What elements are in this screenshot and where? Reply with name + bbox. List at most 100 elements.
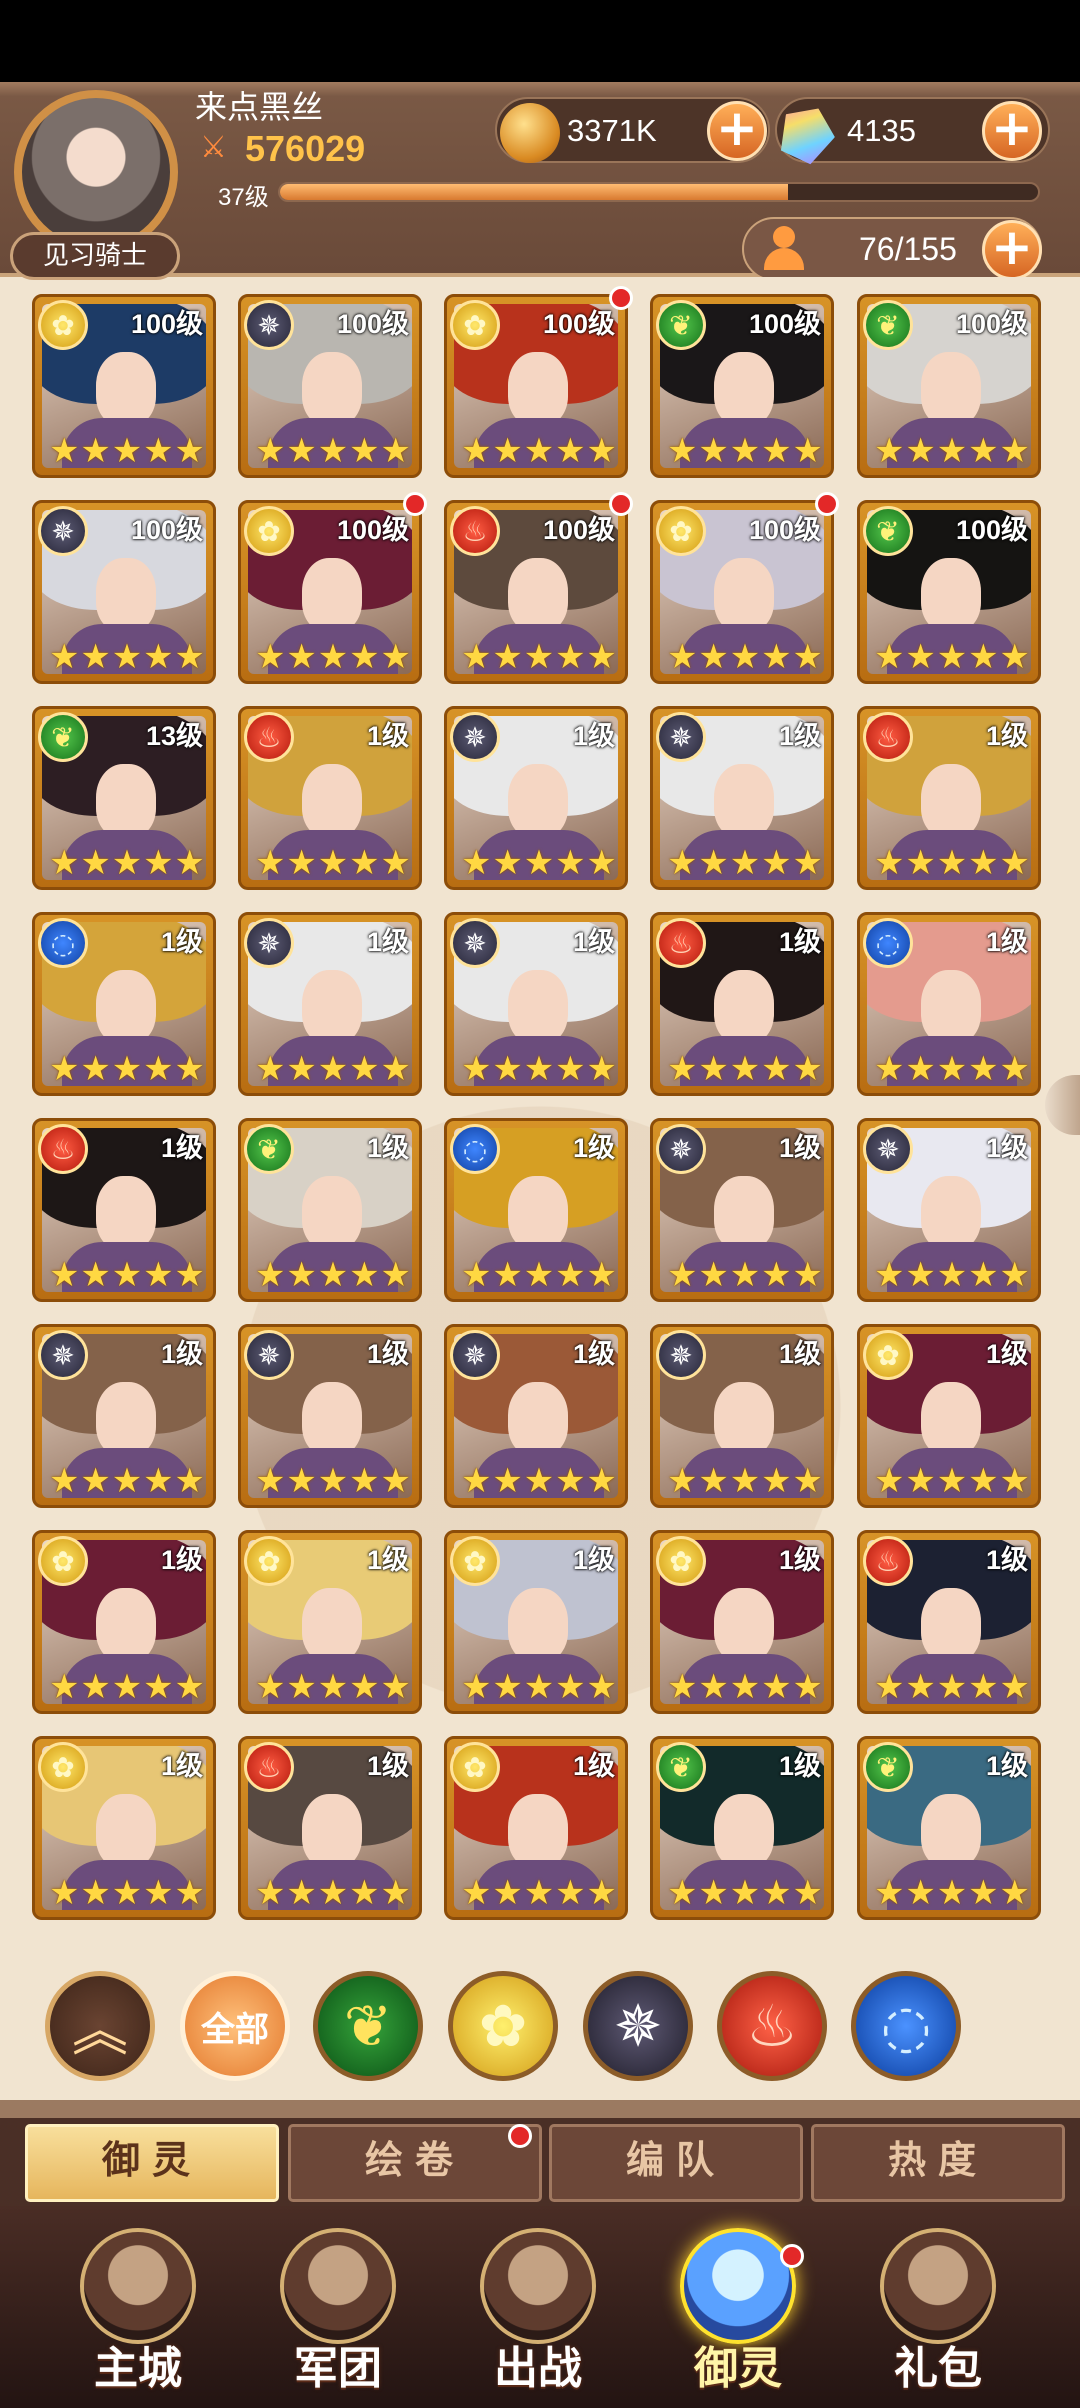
hero-card[interactable]: ♨ 1级 ★ ★ ★ ★ ★ xyxy=(857,1530,1041,1714)
hero-card[interactable]: ♨ 1级 ★ ★ ★ ★ ★ xyxy=(650,912,834,1096)
hero-stars: ★ ★ ★ ★ ★ xyxy=(255,1051,411,1087)
star-icon: ★ xyxy=(255,637,286,677)
hero-level: 1级 xyxy=(572,721,615,751)
star-icon: ★ xyxy=(492,1461,523,1501)
hero-card[interactable]: ♨ 1级 ★ ★ ★ ★ ★ xyxy=(238,1736,422,1920)
hero-level: 1级 xyxy=(985,1545,1028,1575)
filter-water-button[interactable]: ◌ xyxy=(851,1971,961,2081)
hero-stars: ★ ★ ★ ★ ★ xyxy=(49,639,205,675)
hero-card[interactable]: ✵ 1级 ★ ★ ★ ★ ★ xyxy=(857,1118,1041,1302)
hero-card[interactable]: ✵ 100级 ★ ★ ★ ★ ★ xyxy=(238,294,422,478)
star-icon: ★ xyxy=(874,431,905,471)
star-icon: ★ xyxy=(255,843,286,883)
hero-card[interactable]: ✿ 100级 ★ ★ ★ ★ ★ xyxy=(650,500,834,684)
player-avatar[interactable] xyxy=(14,90,178,254)
hero-card[interactable]: ◌ 1级 ★ ★ ★ ★ ★ xyxy=(444,1118,628,1302)
hero-card[interactable]: ✿ 1级 ★ ★ ★ ★ ★ xyxy=(32,1530,216,1714)
hero-card[interactable]: ♨ 1级 ★ ★ ★ ★ ★ xyxy=(238,706,422,890)
hero-card[interactable]: ✵ 1级 ★ ★ ★ ★ ★ xyxy=(650,1118,834,1302)
nav-item-2[interactable]: 军团 xyxy=(258,2228,418,2408)
hero-card[interactable]: ✿ 100级 ★ ★ ★ ★ ★ xyxy=(238,500,422,684)
filter-gold-button[interactable]: ✿ xyxy=(448,1971,558,2081)
star-icon: ★ xyxy=(968,1461,999,1501)
hero-card[interactable]: ✵ 1级 ★ ★ ★ ★ ★ xyxy=(650,706,834,890)
hero-card[interactable]: ✵ 1级 ★ ★ ★ ★ ★ xyxy=(444,1324,628,1508)
hero-card[interactable]: ♨ 100级 ★ ★ ★ ★ ★ xyxy=(444,500,628,684)
hero-card[interactable]: ✿ 1级 ★ ★ ★ ★ ★ xyxy=(444,1530,628,1714)
nav-item-5[interactable]: 礼包 xyxy=(858,2228,1018,2408)
star-icon: ★ xyxy=(111,637,143,677)
collapse-filter-button[interactable]: ︽ xyxy=(45,1971,155,2081)
hero-card[interactable]: ✿ 1级 ★ ★ ★ ★ ★ xyxy=(857,1324,1041,1508)
hero-level: 1级 xyxy=(572,1545,615,1575)
hero-card[interactable]: ✿ 1级 ★ ★ ★ ★ ★ xyxy=(32,1736,216,1920)
hero-card[interactable]: ❦ 13级 ★ ★ ★ ★ ★ xyxy=(32,706,216,890)
hero-card[interactable]: ◌ 1级 ★ ★ ★ ★ ★ xyxy=(32,912,216,1096)
add-gems-button[interactable]: + xyxy=(982,101,1042,161)
tab-1[interactable]: 御灵 xyxy=(25,2124,279,2202)
hero-card[interactable]: ✿ 100级 ★ ★ ★ ★ ★ xyxy=(444,294,628,478)
hero-level: 100级 xyxy=(955,309,1028,339)
hero-card[interactable]: ✿ 1级 ★ ★ ★ ★ ★ xyxy=(238,1530,422,1714)
filter-wood-button[interactable]: ❦ xyxy=(313,1971,423,2081)
hero-card[interactable]: ❦ 100级 ★ ★ ★ ★ ★ xyxy=(650,294,834,478)
hero-card[interactable]: ❦ 100级 ★ ★ ★ ★ ★ xyxy=(857,500,1041,684)
phoenix-icon: ♨ xyxy=(244,712,294,762)
hero-card[interactable]: ✿ 1级 ★ ★ ★ ★ ★ xyxy=(444,1736,628,1920)
tab-4[interactable]: 热度 xyxy=(811,2124,1065,2202)
star-icon: ★ xyxy=(523,1461,555,1501)
rose-icon: ✿ xyxy=(244,506,294,556)
star-icon: ★ xyxy=(555,1873,586,1913)
star-icon: ★ xyxy=(761,431,792,471)
star-icon: ★ xyxy=(286,1873,317,1913)
phoenix-icon: ♨ xyxy=(746,1992,798,2060)
star-icon: ★ xyxy=(792,431,823,471)
add-coins-button[interactable]: + xyxy=(707,101,767,161)
hero-stars: ★ ★ ★ ★ ★ xyxy=(874,433,1030,469)
hero-card[interactable]: ✵ 1级 ★ ★ ★ ★ ★ xyxy=(650,1324,834,1508)
hero-level: 1级 xyxy=(366,1751,409,1781)
expand-capacity-button[interactable]: + xyxy=(982,220,1042,280)
hero-card[interactable]: ✿ 100级 ★ ★ ★ ★ ★ xyxy=(32,294,216,478)
wave-icon: ◌ xyxy=(880,1992,932,2060)
castle-icon xyxy=(80,2228,196,2344)
hero-card[interactable]: ✵ 100级 ★ ★ ★ ★ ★ xyxy=(32,500,216,684)
hero-card[interactable]: ❦ 1级 ★ ★ ★ ★ ★ xyxy=(650,1736,834,1920)
hero-card[interactable]: ❦ 1级 ★ ★ ★ ★ ★ xyxy=(238,1118,422,1302)
star-icon: ★ xyxy=(586,1873,617,1913)
hero-card[interactable]: ✵ 1级 ★ ★ ★ ★ ★ xyxy=(444,706,628,890)
star-icon: ★ xyxy=(936,843,968,883)
hero-card[interactable]: ✵ 1级 ★ ★ ★ ★ ★ xyxy=(32,1324,216,1508)
hero-card[interactable]: ✵ 1级 ★ ★ ★ ★ ★ xyxy=(238,1324,422,1508)
hero-stars: ★ ★ ★ ★ ★ xyxy=(667,1669,823,1705)
notification-dot xyxy=(609,286,633,310)
filter-fire-button[interactable]: ♨ xyxy=(717,1971,827,2081)
hero-level: 100级 xyxy=(130,515,203,545)
hero-card[interactable]: ✵ 1级 ★ ★ ★ ★ ★ xyxy=(238,912,422,1096)
nav-item-3[interactable]: 出战 xyxy=(458,2228,618,2408)
filter-shadow-button[interactable]: ✵ xyxy=(583,1971,693,2081)
hero-card[interactable]: ◌ 1级 ★ ★ ★ ★ ★ xyxy=(857,912,1041,1096)
star-icon: ★ xyxy=(286,1667,317,1707)
star-icon: ★ xyxy=(143,843,174,883)
hero-card[interactable]: ❦ 100级 ★ ★ ★ ★ ★ xyxy=(857,294,1041,478)
hero-stars: ★ ★ ★ ★ ★ xyxy=(667,1051,823,1087)
hero-card[interactable]: ✿ 1级 ★ ★ ★ ★ ★ xyxy=(650,1530,834,1714)
filter-all-button[interactable]: 全部 xyxy=(180,1971,290,2081)
hero-card[interactable]: ❦ 1级 ★ ★ ★ ★ ★ xyxy=(857,1736,1041,1920)
wave-icon: ◌ xyxy=(38,918,88,968)
nav-item-1[interactable]: 主城 xyxy=(58,2228,218,2408)
star-icon: ★ xyxy=(667,1667,698,1707)
hero-card[interactable]: ♨ 1级 ★ ★ ★ ★ ★ xyxy=(32,1118,216,1302)
tab-2[interactable]: 绘卷 xyxy=(288,2124,542,2202)
star-icon: ★ xyxy=(380,1049,411,1089)
star-icon: ★ xyxy=(349,1667,380,1707)
star-icon: ★ xyxy=(792,1049,823,1089)
hero-card[interactable]: ♨ 1级 ★ ★ ★ ★ ★ xyxy=(857,706,1041,890)
tab-3[interactable]: 编队 xyxy=(549,2124,803,2202)
star-icon: ★ xyxy=(968,1049,999,1089)
hero-card[interactable]: ✵ 1级 ★ ★ ★ ★ ★ xyxy=(444,912,628,1096)
hero-level: 100级 xyxy=(748,309,821,339)
star-icon: ★ xyxy=(349,843,380,883)
hero-stars: ★ ★ ★ ★ ★ xyxy=(874,1257,1030,1293)
